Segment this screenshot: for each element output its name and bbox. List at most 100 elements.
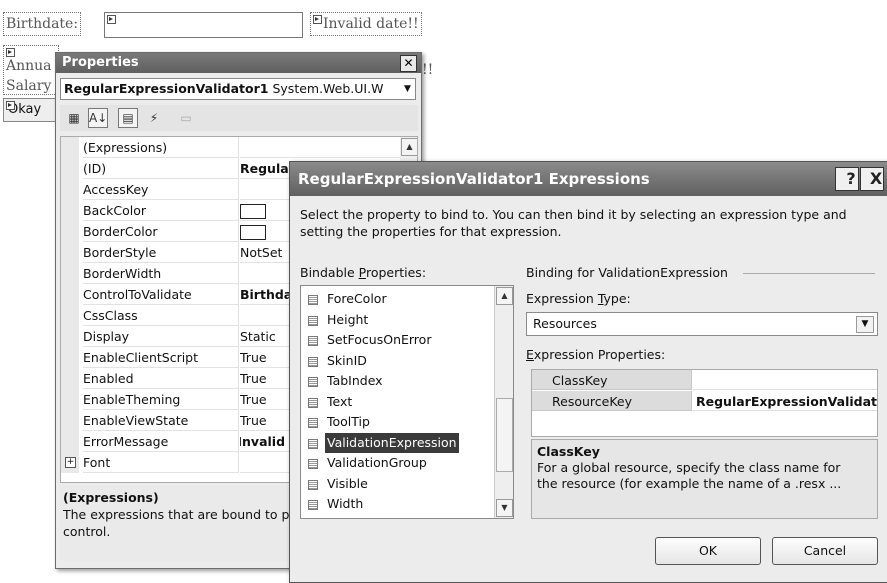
ok-button[interactable]: OK bbox=[655, 537, 761, 565]
list-item[interactable]: Width bbox=[301, 494, 491, 514]
okay-button[interactable]: Okay bbox=[3, 98, 61, 122]
scroll-up-icon[interactable]: ▲ bbox=[401, 138, 417, 156]
list-item[interactable]: ForeColor bbox=[301, 289, 491, 309]
list-item[interactable]: ToolTip bbox=[301, 412, 491, 432]
property-name: AccessKey bbox=[83, 179, 239, 200]
property-icon bbox=[308, 459, 318, 469]
list-item[interactable]: TabIndex bbox=[301, 371, 491, 391]
categorized-icon[interactable]: ▦ bbox=[64, 108, 84, 128]
property-pages-icon[interactable]: ▭ bbox=[176, 108, 196, 128]
bindable-properties-list[interactable]: Width Visible ValidationGroup ValidationExp… bbox=[300, 285, 514, 519]
invalid-date-validator[interactable]: Invalid date!! bbox=[310, 12, 422, 36]
expression-type-select[interactable]: Resources ▼ bbox=[526, 312, 878, 336]
expression-type-label: Expression Type: bbox=[526, 291, 631, 306]
property-name: (ID) bbox=[83, 158, 239, 179]
expression-property-value[interactable]: RegularExpressionValidat bbox=[693, 391, 877, 411]
expand-icon[interactable]: + bbox=[65, 457, 76, 468]
color-swatch bbox=[240, 225, 266, 240]
property-icon bbox=[308, 356, 318, 367]
dialog-close-button[interactable]: X bbox=[860, 167, 884, 191]
control-glyph-icon bbox=[6, 48, 15, 57]
object-selector[interactable]: RegularExpressionValidator1 System.Web.U… bbox=[60, 78, 416, 100]
dialog-instructions: Select the property to bind to. You can … bbox=[300, 206, 880, 240]
row-margin bbox=[61, 137, 79, 158]
color-swatch bbox=[240, 204, 266, 219]
property-name: ControlToValidate bbox=[83, 284, 239, 305]
expression-property-value[interactable] bbox=[693, 370, 877, 390]
properties-close-button[interactable]: ✕ bbox=[400, 55, 417, 72]
property-name: Enabled bbox=[83, 368, 239, 389]
property-icon bbox=[308, 500, 318, 510]
birthdate-textbox[interactable] bbox=[104, 12, 303, 38]
property-name: BorderStyle bbox=[83, 242, 239, 263]
binding-for-label: Binding for ValidationExpression bbox=[526, 265, 728, 280]
scroll-up-icon[interactable]: ▲ bbox=[496, 287, 513, 305]
property-value-text: True bbox=[240, 392, 267, 407]
chevron-down-icon[interactable]: ▼ bbox=[400, 79, 415, 99]
list-item-label: ValidationGroup bbox=[327, 455, 427, 470]
row-margin bbox=[61, 221, 79, 242]
properties-icon[interactable]: ▤ bbox=[118, 108, 138, 128]
property-value-text: True bbox=[240, 371, 267, 386]
control-glyph-icon bbox=[313, 15, 322, 24]
bindable-properties-label: Bindable Properties: bbox=[300, 265, 427, 280]
list-item-label: ToolTip bbox=[327, 414, 370, 429]
property-name: CssClass bbox=[83, 305, 239, 326]
list-item-label: SetFocusOnError bbox=[327, 332, 432, 347]
list-item[interactable]: Visible bbox=[301, 474, 491, 494]
expression-property-row[interactable]: ClassKey bbox=[532, 370, 877, 391]
chevron-down-icon[interactable]: ▼ bbox=[856, 316, 874, 333]
property-value-text: Invalid bbox=[240, 434, 286, 449]
alphabetical-icon[interactable]: A↓ bbox=[88, 108, 108, 128]
property-name: EnableViewState bbox=[83, 410, 239, 431]
cancel-button[interactable]: Cancel bbox=[772, 537, 878, 565]
property-value[interactable] bbox=[240, 137, 415, 158]
expression-property-row[interactable]: ResourceKey RegularExpressionValidat bbox=[532, 391, 877, 412]
list-item-label: ForeColor bbox=[327, 291, 387, 306]
row-margin bbox=[61, 368, 79, 389]
list-item-label: Width bbox=[327, 496, 364, 511]
property-name: EnableTheming bbox=[83, 389, 239, 410]
row-margin bbox=[61, 158, 79, 179]
property-name: BorderColor bbox=[83, 221, 239, 242]
row-margin bbox=[61, 326, 79, 347]
list-item[interactable]: Height bbox=[301, 310, 491, 330]
list-scrollbar[interactable]: ▲ ▼ bbox=[494, 286, 513, 518]
list-item[interactable]: Text bbox=[301, 392, 491, 412]
list-item-label: ValidationExpression bbox=[325, 432, 459, 453]
birthdate-label: Birthdate: bbox=[3, 12, 82, 36]
list-item[interactable]: ValidationGroup bbox=[301, 453, 491, 473]
expression-description-text-2: the resource (for example the name of a … bbox=[537, 476, 842, 491]
properties-title-bar: Properties ✕ bbox=[56, 53, 421, 73]
property-icon bbox=[308, 438, 318, 449]
property-icon bbox=[308, 377, 318, 387]
expression-properties-label: Expression Properties: bbox=[526, 347, 666, 362]
property-name: (Expressions) bbox=[83, 137, 239, 158]
property-row[interactable]: (Expressions) bbox=[61, 137, 417, 158]
list-item[interactable]: ValidationExpression bbox=[301, 432, 491, 453]
property-value-text: NotSet bbox=[240, 245, 283, 260]
row-margin bbox=[61, 179, 79, 200]
row-margin bbox=[61, 347, 79, 368]
property-icon bbox=[308, 315, 318, 326]
scroll-thumb[interactable] bbox=[496, 398, 513, 472]
property-name: EnableClientScript bbox=[83, 347, 239, 368]
dialog-title: RegularExpressionValidator1 Expressions bbox=[298, 170, 650, 188]
property-name: BackColor bbox=[83, 200, 239, 221]
list-item[interactable]: SkinID bbox=[301, 351, 491, 371]
row-margin bbox=[61, 284, 79, 305]
row-margin bbox=[61, 263, 79, 284]
help-button[interactable]: ? bbox=[835, 167, 859, 191]
events-icon[interactable]: ⚡ bbox=[144, 108, 164, 128]
list-item-label: Height bbox=[327, 311, 369, 327]
object-type: System.Web.UI.W bbox=[272, 81, 384, 96]
properties-title: Properties bbox=[62, 55, 139, 70]
expression-description-title: ClassKey bbox=[537, 444, 600, 459]
property-icon bbox=[308, 295, 318, 305]
scroll-down-icon[interactable]: ▼ bbox=[496, 499, 513, 517]
row-margin bbox=[61, 305, 79, 326]
property-name: Display bbox=[83, 326, 239, 347]
list-item-label: TabIndex bbox=[327, 373, 383, 388]
instructions-line-1: Select the property to bind to. You can … bbox=[300, 207, 847, 222]
list-item[interactable]: SetFocusOnError bbox=[301, 330, 491, 350]
